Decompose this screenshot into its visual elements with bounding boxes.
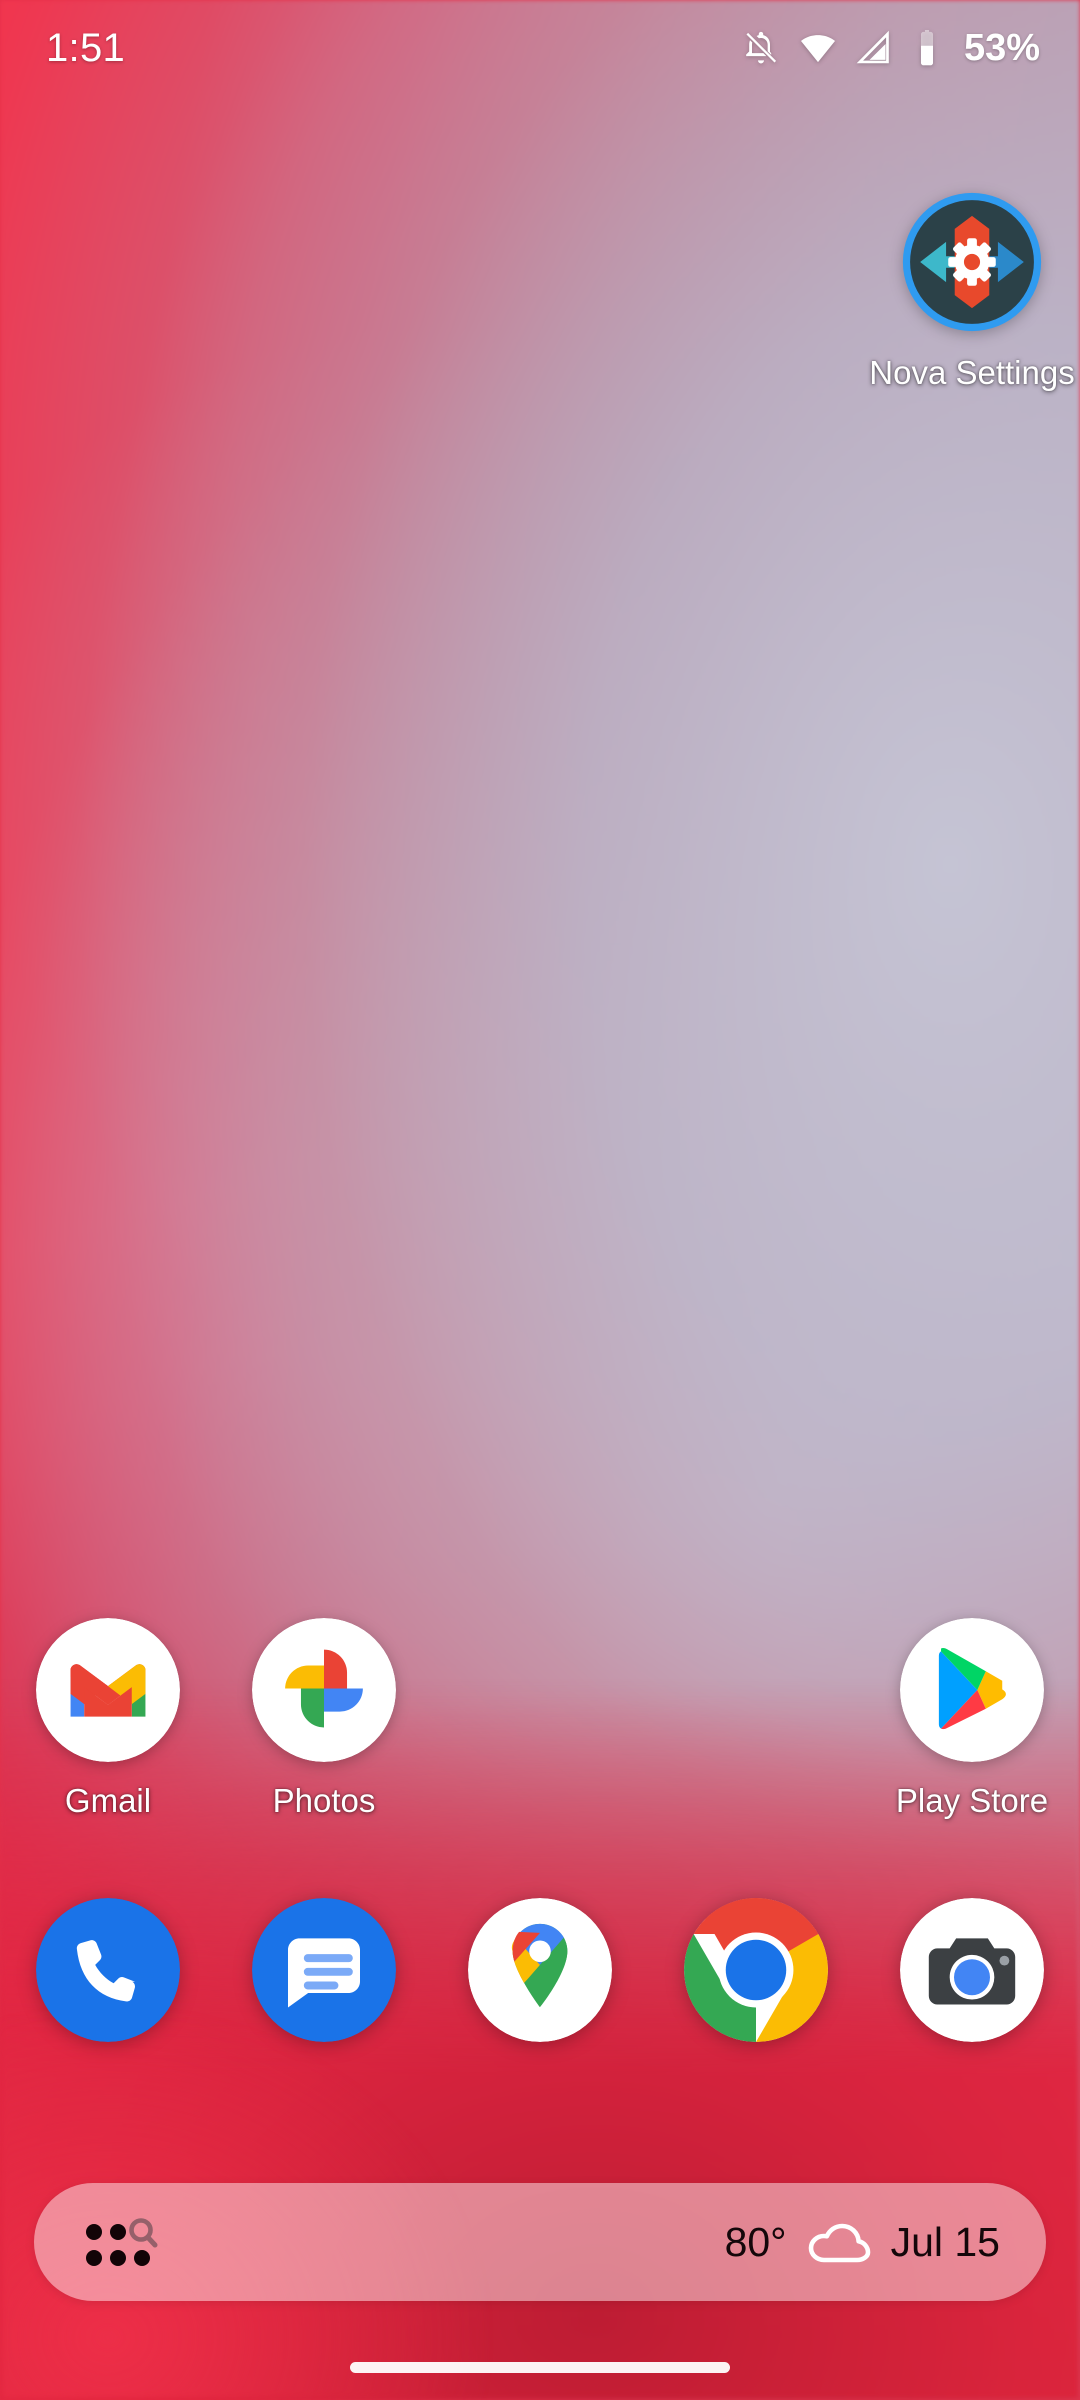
camera-icon[interactable] <box>900 1898 1044 2042</box>
home-row-nova: Nova Settings <box>0 190 1080 392</box>
dock-app-chrome[interactable] <box>648 1898 864 2042</box>
weather-temperature[interactable]: 80° <box>725 2219 787 2266</box>
maps-icon[interactable] <box>468 1898 612 2042</box>
home-row-apps: Gmail Photos Play Store <box>0 1618 1080 1820</box>
app-play-store[interactable]: Play Store <box>864 1618 1080 1820</box>
navigation-bar <box>0 2334 1080 2400</box>
dock-app-maps[interactable] <box>432 1898 648 2042</box>
app-label: Photos <box>272 1782 376 1819</box>
nova-settings-icon[interactable] <box>900 190 1044 334</box>
wifi-icon <box>798 28 838 68</box>
dock-app-camera[interactable] <box>864 1898 1080 2042</box>
chrome-icon[interactable] <box>684 1898 828 2042</box>
photos-icon[interactable] <box>252 1618 396 1762</box>
app-label: Play Store <box>895 1782 1049 1819</box>
phone-icon[interactable] <box>36 1898 180 2042</box>
app-label: Nova Settings <box>869 354 1075 391</box>
home-gesture-pill[interactable] <box>350 2361 730 2373</box>
app-gmail[interactable]: Gmail <box>0 1618 216 1820</box>
cloud-icon[interactable] <box>807 2220 871 2264</box>
search-bar-info: 80° Jul 15 <box>725 2219 1000 2266</box>
dock <box>0 1898 1080 2042</box>
search-bar[interactable]: 80° Jul 15 <box>34 2183 1046 2301</box>
play-store-icon[interactable] <box>900 1618 1044 1762</box>
notifications-silenced-icon <box>741 28 781 68</box>
app-drawer-search-icon[interactable] <box>84 2214 158 2270</box>
status-clock: 1:51 <box>46 25 126 70</box>
status-icon-tray: 53% <box>741 27 1040 70</box>
app-label: Gmail <box>64 1782 152 1819</box>
dock-app-phone[interactable] <box>0 1898 216 2042</box>
app-nova-settings[interactable]: Nova Settings <box>864 190 1080 392</box>
gmail-icon[interactable] <box>36 1618 180 1762</box>
app-photos[interactable]: Photos <box>216 1618 432 1820</box>
messages-icon[interactable] <box>252 1898 396 2042</box>
battery-percentage: 53% <box>963 26 1040 69</box>
dock-app-messages[interactable] <box>216 1898 432 2042</box>
status-bar: 1:51 53% <box>0 0 1080 96</box>
battery-icon <box>910 29 944 67</box>
cellular-signal-icon <box>855 29 893 67</box>
date-display[interactable]: Jul 15 <box>891 2219 1000 2266</box>
